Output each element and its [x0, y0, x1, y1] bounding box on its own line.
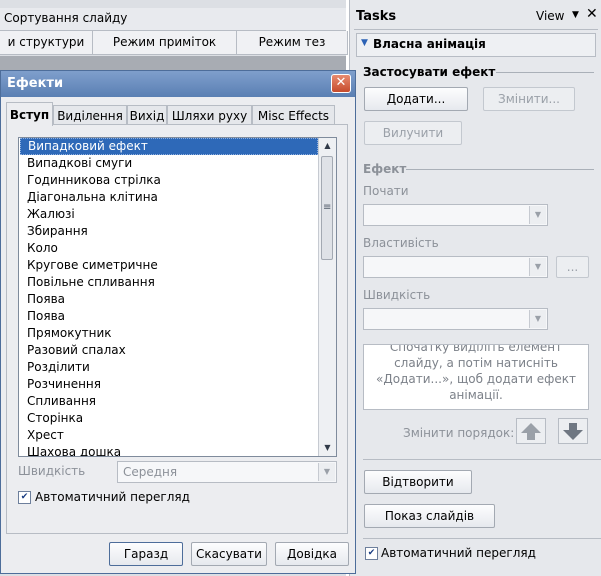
hint-box: Спочатку виділіть елемент слайду, а поті…	[363, 344, 589, 410]
autopreview-checkbox[interactable]: ✔	[365, 547, 378, 560]
tab-exit[interactable]: Вихід	[127, 105, 167, 125]
dialog-speed-select[interactable]: Середня ▼	[117, 461, 337, 483]
cancel-button[interactable]: Скасувати	[191, 542, 267, 566]
workspace-strip	[0, 56, 346, 70]
list-item[interactable]: Спливання	[20, 393, 318, 410]
list-item[interactable]: Разовий спалах	[20, 342, 318, 359]
play-button[interactable]: Відтворити	[364, 470, 472, 494]
remove-effect-button[interactable]: Вилучити	[364, 121, 462, 145]
chevron-down-icon: ▼	[318, 463, 335, 481]
task-pane-title: Tasks	[356, 9, 397, 24]
chevron-down-icon[interactable]: ▼	[319, 440, 336, 456]
list-item[interactable]: Шахова дошка	[20, 444, 318, 456]
dialog-autopreview-checkbox[interactable]: ✔	[18, 491, 31, 504]
effect-group-label: Ефект	[363, 162, 407, 176]
start-label: Почати	[363, 184, 409, 198]
property-select[interactable]: ▼	[363, 256, 548, 278]
tab-entrance[interactable]: Вступ	[6, 102, 53, 126]
speed-select[interactable]: ▼	[363, 308, 548, 330]
list-item[interactable]: Розчинення	[20, 376, 318, 393]
divider	[354, 29, 598, 30]
effects-dialog: Ефекти ✕ Вступ Виділення Вихід Шляхи рух…	[0, 70, 356, 574]
list-item[interactable]: Кругове симетричне	[20, 257, 318, 274]
tab-handout-view[interactable]: Режим тез	[236, 31, 348, 55]
property-options-button[interactable]: ...	[556, 256, 589, 278]
list-item[interactable]: Годинникова стрілка	[20, 172, 318, 189]
chevron-down-icon[interactable]: ▼	[572, 10, 579, 20]
list-item[interactable]: Хрест	[20, 427, 318, 444]
section-title: Власна анімація	[373, 37, 486, 51]
task-pane: Tasks View ▼ ✕ ▼ Власна анімація Застосу…	[349, 0, 601, 576]
view-tabs: и структури Режим приміток Режим тез	[0, 31, 348, 55]
divider	[363, 538, 601, 539]
list-item[interactable]: Поява	[20, 308, 318, 325]
task-pane-view-menu[interactable]: View	[536, 9, 564, 23]
list-item[interactable]: Розділити	[20, 359, 318, 376]
tab-misc-effects[interactable]: Misc Effects	[252, 105, 335, 125]
list-item[interactable]: Прямокутник	[20, 325, 318, 342]
slideshow-button[interactable]: Показ слайдів	[364, 504, 495, 528]
list-item[interactable]: Випадковий ефект	[20, 138, 318, 155]
property-label: Властивість	[363, 236, 439, 250]
slide-sorter-tab[interactable]: Сортування слайду	[0, 8, 346, 31]
close-icon[interactable]: ✕	[586, 6, 598, 22]
change-effect-button[interactable]: Змінити...	[483, 87, 575, 111]
dialog-speed-label: Швидкість	[18, 464, 86, 478]
autopreview-label: Автоматичний перегляд	[381, 546, 536, 560]
tab-emphasis[interactable]: Виділення	[53, 105, 127, 125]
triangle-down-icon: ▼	[361, 38, 368, 48]
move-down-button[interactable]	[558, 418, 588, 444]
scrollbar[interactable]: ▲ ≡ ▼	[318, 138, 336, 456]
dialog-titlebar[interactable]: Ефекти ✕	[1, 71, 355, 97]
list-item[interactable]: Діагональна клітина	[20, 189, 318, 206]
chevron-up-icon[interactable]: ▲	[319, 138, 336, 154]
dialog-speed-value: Середня	[123, 465, 178, 479]
ok-button[interactable]: Гаразд	[109, 542, 183, 566]
close-icon[interactable]: ✕	[331, 74, 351, 93]
list-item[interactable]: Випадкові смуги	[20, 155, 318, 172]
custom-animation-section-header[interactable]: ▼ Власна анімація	[356, 33, 596, 57]
tab-motion-paths[interactable]: Шляхи руху	[167, 105, 252, 125]
effects-list[interactable]: Випадковий ефект Випадкові смуги Годиннико…	[18, 137, 337, 457]
slide-sorter-tab-label: Сортування слайду	[4, 11, 128, 25]
divider	[363, 459, 601, 460]
list-item[interactable]: Сторінка	[20, 410, 318, 427]
add-effect-button[interactable]: Додати...	[364, 87, 468, 111]
grip-icon: ≡	[323, 202, 332, 213]
divider	[496, 72, 594, 73]
move-up-button[interactable]	[516, 418, 546, 444]
hint-text: Спочатку виділіть елемент слайду, а поті…	[376, 344, 576, 402]
start-select[interactable]: ▼	[363, 204, 548, 226]
chevron-down-icon: ▼	[529, 206, 546, 224]
list-item[interactable]: Повільне спливання	[20, 274, 318, 291]
list-item[interactable]: Коло	[20, 240, 318, 257]
apply-effect-group-label: Застосувати ефект	[363, 65, 496, 79]
chevron-down-icon: ▼	[529, 258, 546, 276]
arrow-down-icon	[563, 423, 583, 440]
divider	[406, 169, 594, 170]
effects-list-items: Випадковий ефект Випадкові смуги Годиннико…	[20, 138, 318, 456]
chevron-down-icon: ▼	[529, 310, 546, 328]
dialog-title: Ефекти	[7, 76, 64, 91]
dialog-autopreview-label: Автоматичний перегляд	[35, 490, 190, 504]
tab-notes-view[interactable]: Режим приміток	[92, 31, 237, 55]
help-button[interactable]: Довідка	[275, 542, 349, 566]
arrow-up-icon	[521, 423, 541, 440]
scrollbar-thumb[interactable]: ≡	[321, 156, 333, 260]
change-order-label: Змінити порядок:	[403, 426, 515, 440]
list-item[interactable]: Збирання	[20, 223, 318, 240]
list-item[interactable]: Поява	[20, 291, 318, 308]
list-item[interactable]: Жалюзі	[20, 206, 318, 223]
tab-outline-view[interactable]: и структури	[0, 31, 93, 55]
speed-label: Швидкість	[363, 288, 431, 302]
